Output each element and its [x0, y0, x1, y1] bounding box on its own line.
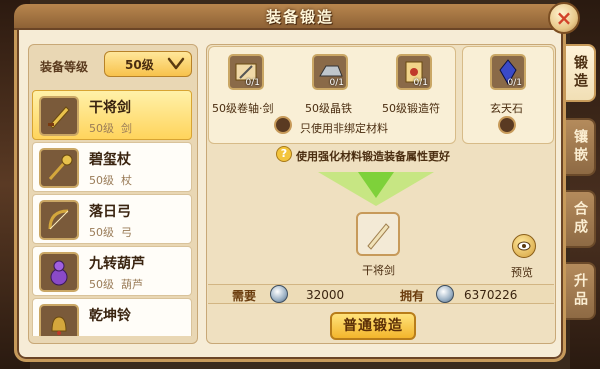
material-count: 0/1 [507, 78, 522, 88]
list-item[interactable]: 干将剑 50级 剑 [32, 90, 192, 140]
equipment-list: 干将剑 50级 剑 碧玺杖 50级 杖 落日弓 50级 弓 九转葫芦 50级 葫… [32, 90, 194, 336]
item-name: 落日弓 [89, 204, 131, 220]
result-item-name: 干将剑 [362, 264, 395, 277]
cost-need-label: 需要 [232, 289, 257, 303]
gourd-icon [39, 252, 79, 292]
forge-button[interactable]: 普通锻造 [330, 312, 416, 340]
list-item[interactable]: 落日弓 50级 弓 [32, 194, 192, 244]
cost-need-value: 32000 [306, 288, 345, 302]
item-meta: 50级 葫芦 [89, 278, 143, 291]
item-name: 九转葫芦 [89, 256, 145, 272]
sword-icon [367, 223, 390, 250]
forge-hint: 使用强化材料锻造装备属性更好 [296, 150, 450, 163]
silver-coin-icon [436, 285, 454, 303]
close-icon: × [555, 6, 573, 30]
material-slot[interactable]: 0/1 [228, 54, 264, 90]
item-name: 乾坤铃 [89, 308, 131, 324]
chevron-down-icon [167, 57, 185, 70]
result-item-slot[interactable] [356, 212, 400, 256]
item-name: 碧玺杖 [89, 152, 131, 168]
level-select-dropdown[interactable]: 50级 [104, 51, 192, 77]
tab-inlay[interactable]: 镶嵌 [566, 118, 596, 176]
material-count: 0/1 [413, 78, 428, 88]
tab-synthesis[interactable]: 合成 [566, 190, 596, 248]
material-slot[interactable]: 0/1 [312, 54, 348, 90]
material-slot[interactable]: 0/1 [396, 54, 432, 90]
question-icon[interactable]: ? [276, 146, 292, 162]
cost-have-value: 6370226 [464, 288, 518, 302]
item-meta: 50级 弓 [89, 226, 132, 239]
arrow-down-icon [318, 172, 434, 206]
item-name: 干将剑 [89, 100, 131, 116]
unbound-toggle[interactable] [274, 116, 292, 134]
cost-have-label: 拥有 [400, 289, 425, 303]
tab-upgrade[interactable]: 升品 [566, 262, 596, 320]
material-slot[interactable]: 0/1 [490, 54, 526, 90]
enhance-material-slot[interactable] [498, 116, 516, 134]
list-item[interactable]: 九转葫芦 50级 葫芦 [32, 246, 192, 296]
preview-label: 预览 [511, 266, 533, 279]
material-count: 0/1 [329, 78, 344, 88]
bell-icon [39, 304, 79, 336]
item-meta: 50级 剑 [89, 122, 132, 135]
level-select-value: 50级 [125, 57, 154, 72]
list-item[interactable]: 乾坤铃 [32, 298, 192, 336]
level-filter-label: 装备等级 [40, 60, 89, 74]
preview-button[interactable] [512, 234, 536, 258]
material-name: 50级锻造符 [382, 102, 440, 115]
window-title: 装备锻造 [265, 8, 334, 26]
eye-icon [517, 241, 531, 251]
close-button[interactable]: × [548, 2, 580, 34]
material-name: 50级卷轴·剑 [212, 102, 274, 115]
material-count: 0/1 [245, 78, 260, 88]
sword-icon [39, 96, 79, 136]
item-meta: 50级 杖 [89, 174, 132, 187]
bow-icon [39, 200, 79, 240]
list-item[interactable]: 碧玺杖 50级 杖 [32, 142, 192, 192]
staff-icon [39, 148, 79, 188]
material-name: 50级晶铁 [305, 102, 352, 115]
unbound-notice: 只使用非绑定材料 [300, 122, 388, 135]
material-name: 玄天石 [490, 102, 523, 115]
silver-coin-icon [270, 285, 288, 303]
item-meta [89, 328, 96, 336]
tab-forge[interactable]: 锻造 [566, 44, 596, 102]
